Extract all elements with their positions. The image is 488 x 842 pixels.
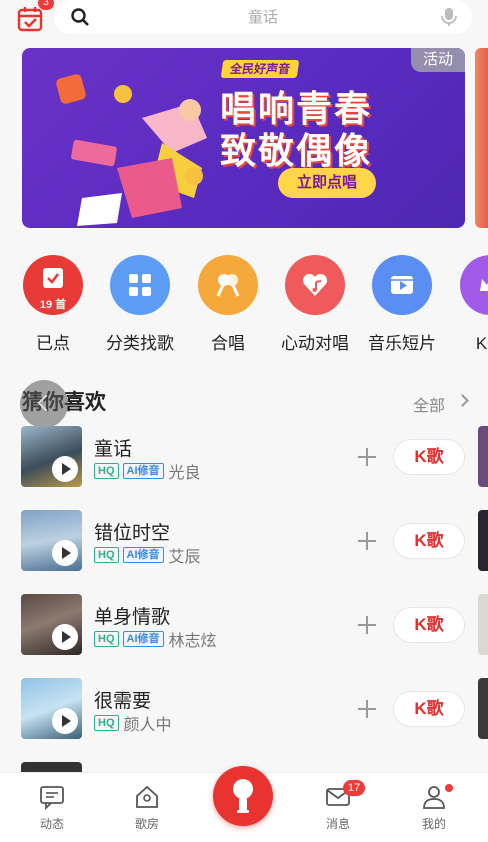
- chat-icon: [40, 786, 64, 811]
- user-icon: [423, 786, 445, 809]
- selected-count-badge: 19 首: [39, 299, 67, 311]
- microphone-icon: [233, 779, 253, 813]
- sing-center-button[interactable]: [205, 758, 281, 826]
- category-label: 合唱: [211, 334, 245, 353]
- nav-label: 动态: [39, 817, 64, 831]
- next-banner-peek: [475, 48, 488, 228]
- artist-name: 颜人中: [123, 717, 172, 734]
- search-icon[interactable]: [70, 7, 90, 27]
- artist-name: 光良: [168, 465, 201, 482]
- hq-badge: HQ: [94, 715, 119, 731]
- message-badge: 17: [343, 780, 365, 796]
- song-meta: HQ AI修音 艾辰: [94, 545, 201, 566]
- song-row[interactable]: 很需要 HQ 颜人中 K歌: [0, 678, 488, 742]
- category-music-video[interactable]: 音乐短片: [358, 255, 446, 354]
- artist-name: 艾辰: [168, 549, 201, 566]
- notification-dot: [445, 784, 453, 792]
- song-meta: HQ AI修音 林志炫: [94, 629, 217, 650]
- banner-title-line2: 致敬偶像: [220, 130, 373, 171]
- song-cover[interactable]: [21, 510, 82, 571]
- search-input[interactable]: [98, 6, 428, 28]
- back-float-button[interactable]: [20, 380, 68, 428]
- category-chorus[interactable]: 合唱: [184, 255, 272, 354]
- song-row[interactable]: 童话 HQ AI修音 光良 K歌: [0, 426, 488, 490]
- song-row[interactable]: 单身情歌 HQ AI修音 林志炫 K歌: [0, 594, 488, 658]
- banner-subtitle: 全民好声音: [220, 60, 300, 78]
- hq-badge: HQ: [94, 463, 119, 479]
- song-meta: HQ AI修音 光良: [94, 461, 201, 482]
- artist-name: 林志炫: [168, 633, 217, 650]
- play-icon[interactable]: [52, 540, 78, 566]
- ksong-button[interactable]: K歌: [393, 439, 465, 475]
- category-label: 音乐短片: [368, 334, 436, 353]
- nav-label: 我的: [421, 817, 446, 831]
- calendar-icon[interactable]: [17, 6, 43, 32]
- category-label: 分类找歌: [106, 334, 174, 353]
- ai-tune-badge: AI修音: [122, 547, 164, 563]
- add-icon[interactable]: [358, 616, 376, 634]
- category-duet[interactable]: 心动对唱: [271, 255, 359, 354]
- checklist-icon: 19 首: [23, 255, 83, 315]
- ai-tune-badge: AI修音: [122, 463, 164, 479]
- heart-note-icon: [285, 255, 345, 315]
- song-title: 童话: [94, 439, 133, 460]
- next-card-peek: [478, 678, 488, 739]
- duet-mic-icon: [198, 255, 258, 315]
- ksong-button[interactable]: K歌: [393, 607, 465, 643]
- ksong-button[interactable]: K歌: [393, 523, 465, 559]
- ai-tune-badge: AI修音: [122, 631, 164, 647]
- song-title: 单身情歌: [94, 607, 171, 628]
- sing-now-button[interactable]: 立即点唱: [278, 168, 376, 198]
- song-cover[interactable]: [21, 426, 82, 487]
- song-cover[interactable]: [21, 678, 82, 739]
- song-meta: HQ 颜人中: [94, 713, 172, 734]
- category-label: K歌: [475, 334, 488, 353]
- microphone-icon[interactable]: [440, 7, 458, 27]
- play-icon[interactable]: [52, 456, 78, 482]
- add-icon[interactable]: [358, 532, 376, 550]
- hq-badge: HQ: [94, 631, 119, 647]
- category-label: 已点: [36, 334, 70, 353]
- song-title: 错位时空: [94, 523, 171, 544]
- song-cover[interactable]: [21, 594, 82, 655]
- nav-feed[interactable]: 动态: [22, 783, 82, 832]
- song-row[interactable]: 错位时空 HQ AI修音 艾辰 K歌: [0, 510, 488, 574]
- search-bar[interactable]: [54, 0, 472, 34]
- top-bar: 3: [0, 0, 488, 40]
- film-icon: [372, 255, 432, 315]
- next-card-peek: [478, 426, 488, 487]
- play-icon[interactable]: [52, 624, 78, 650]
- song-title: 很需要: [94, 691, 152, 712]
- category-ksong[interactable]: K歌: [446, 255, 488, 354]
- category-selected[interactable]: 19 首 已点: [9, 255, 97, 354]
- next-card-peek: [478, 594, 488, 655]
- promo-banner[interactable]: 活动 全民好声音 唱响青春 致敬偶像 立即点唱: [22, 48, 465, 228]
- nav-label: 歌房: [134, 817, 159, 831]
- play-icon[interactable]: [52, 708, 78, 734]
- category-browse[interactable]: 分类找歌: [96, 255, 184, 354]
- grid-icon: [110, 255, 170, 315]
- chevron-right-icon[interactable]: [456, 394, 469, 407]
- hq-badge: HQ: [94, 547, 119, 563]
- crown-icon: [460, 255, 488, 315]
- calendar-badge: 3: [38, 0, 54, 10]
- activity-tag: 活动: [410, 48, 465, 72]
- home-icon: [136, 785, 158, 808]
- nav-rooms[interactable]: 歌房: [117, 783, 177, 832]
- nav-label: 消息: [325, 817, 350, 831]
- ksong-button[interactable]: K歌: [393, 691, 465, 727]
- song-cover-partial: [21, 762, 82, 772]
- category-row: 19 首 已点 分类找歌 合唱 心动对唱 音乐短片 K歌: [0, 255, 488, 355]
- category-label: 心动对唱: [281, 334, 349, 353]
- view-all-link[interactable]: 全部: [413, 392, 445, 416]
- add-icon[interactable]: [358, 700, 376, 718]
- nav-me[interactable]: 我的: [404, 783, 464, 832]
- add-icon[interactable]: [358, 448, 376, 466]
- next-card-peek: [478, 510, 488, 571]
- singer-illustration: [56, 74, 207, 226]
